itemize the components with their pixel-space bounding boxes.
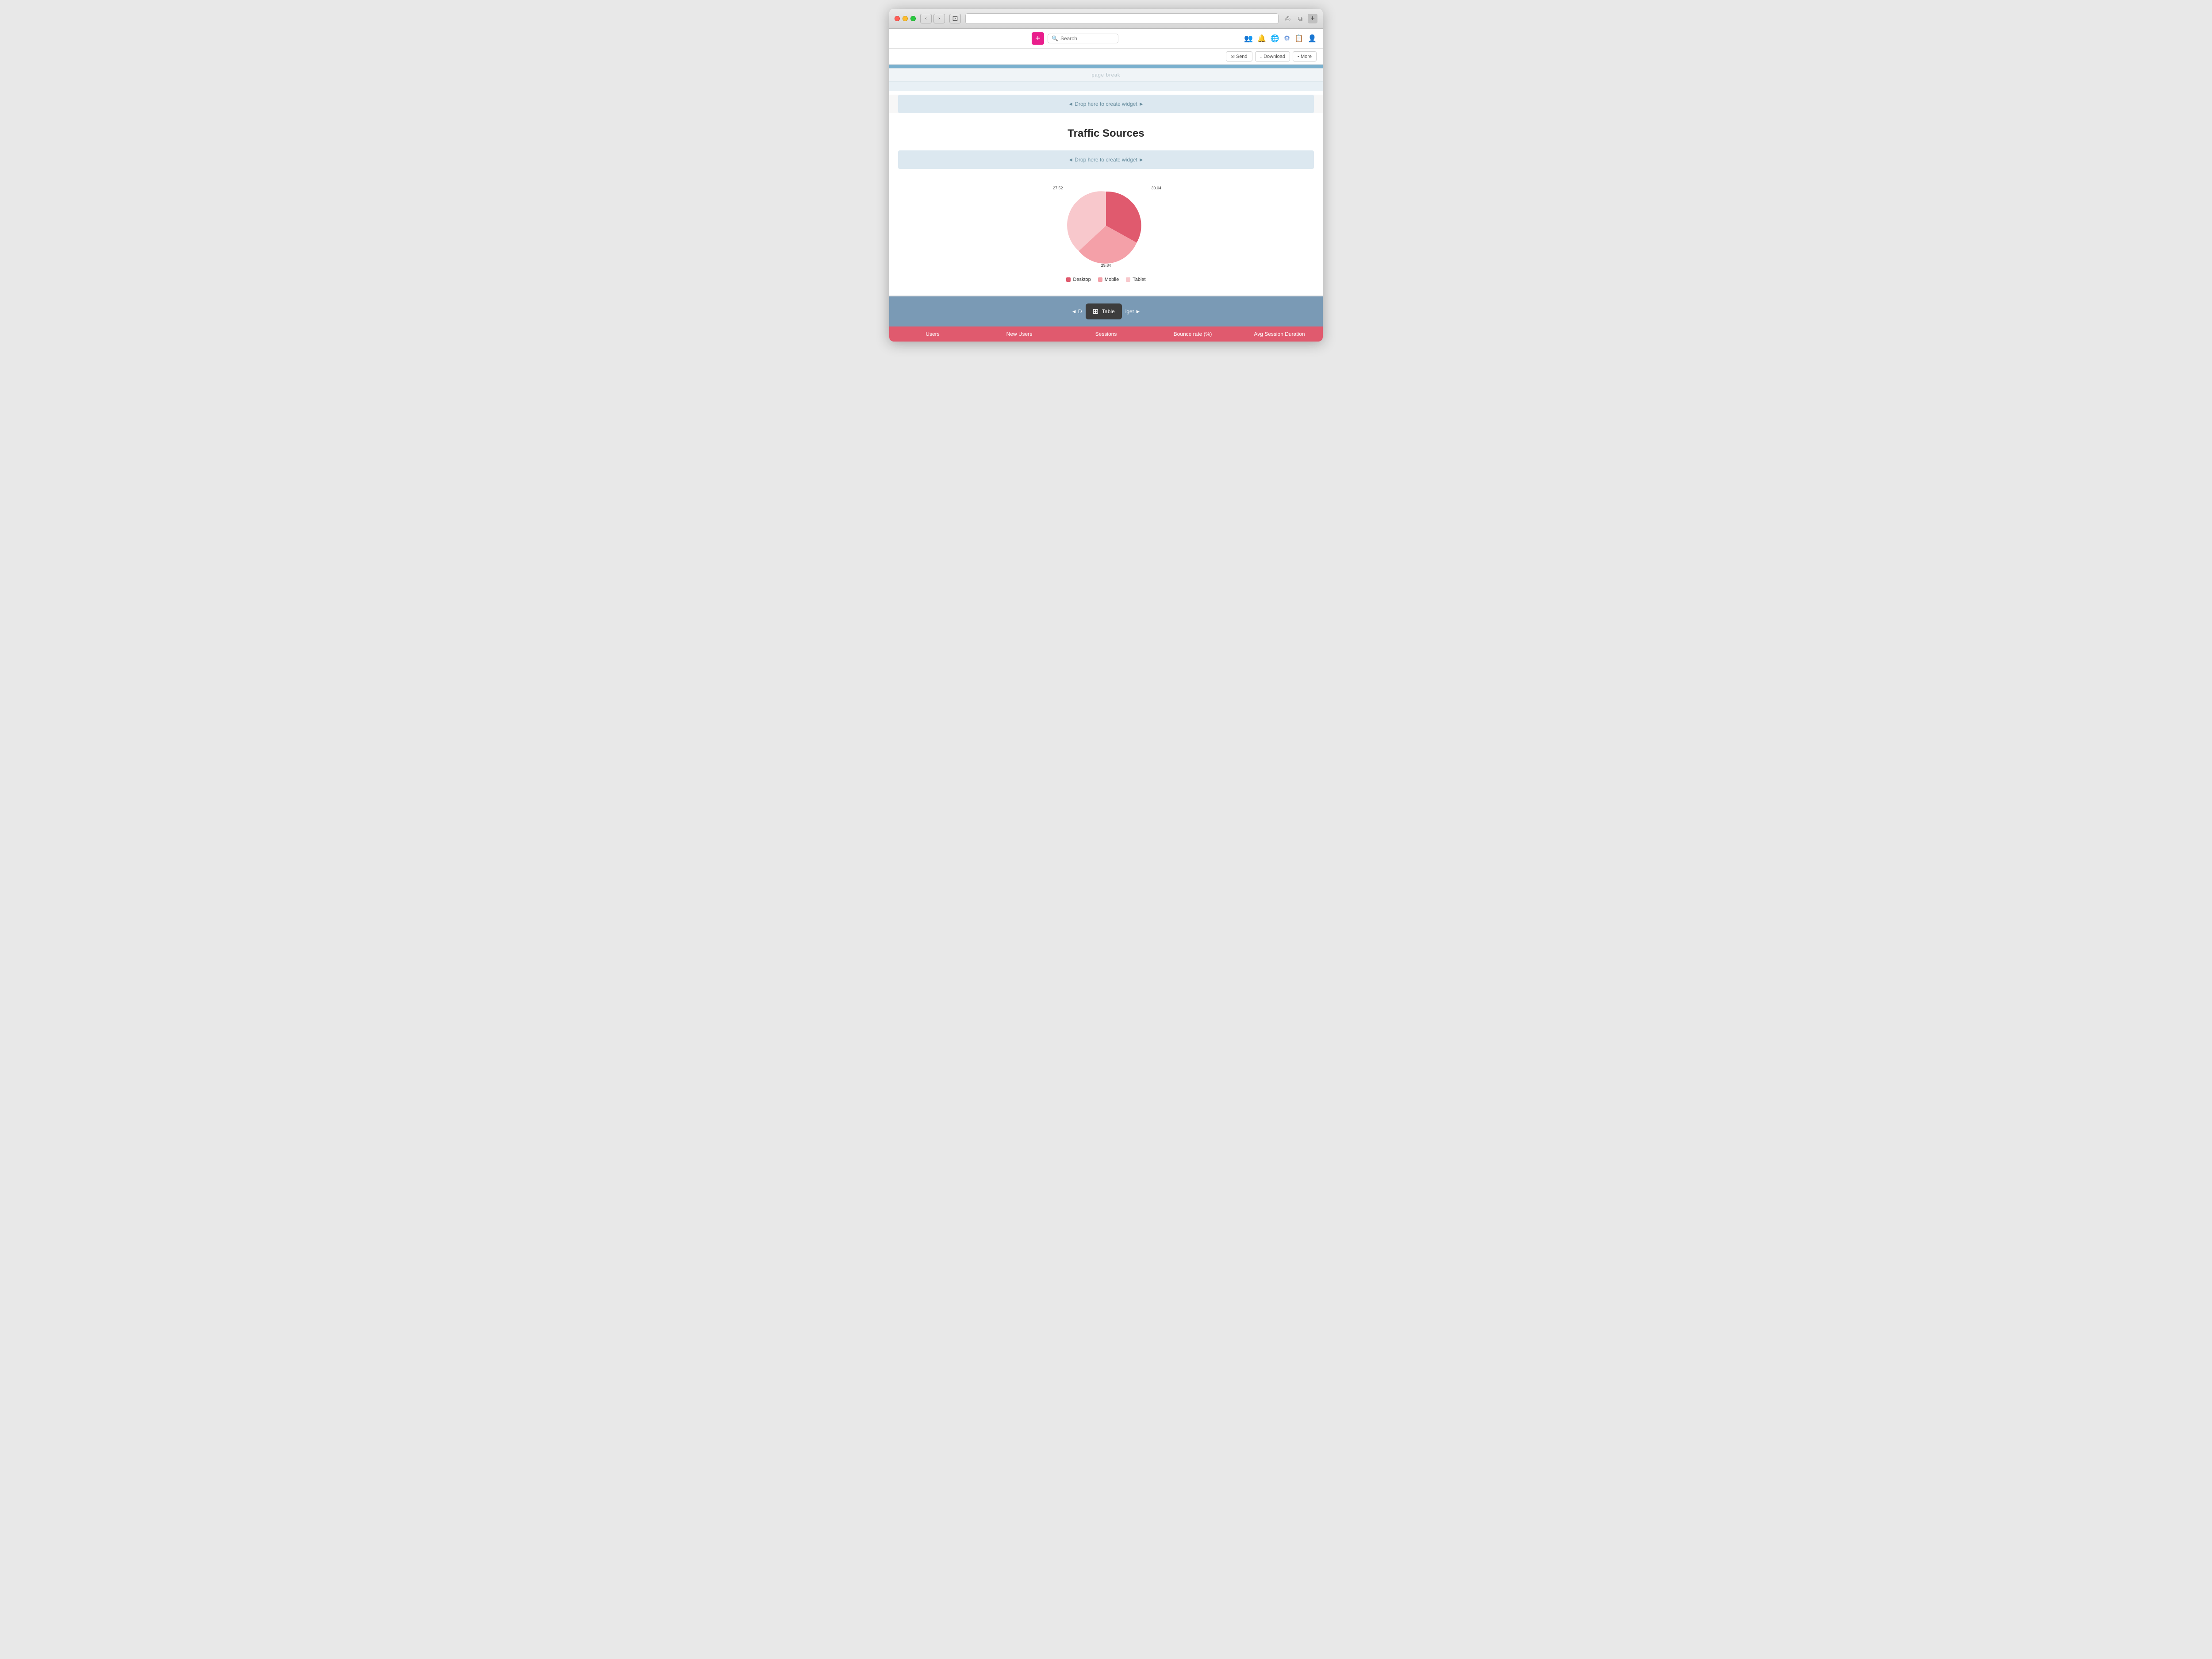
col-avg-session: Avg Session Duration xyxy=(1236,326,1323,342)
globe-icon[interactable]: 🌐 xyxy=(1271,34,1279,43)
table-grid-icon: ⊞ xyxy=(1093,307,1098,316)
col-avg-session-label: Avg Session Duration xyxy=(1254,331,1305,337)
col-new-users-label: New Users xyxy=(1006,331,1033,337)
more-button[interactable]: • More xyxy=(1293,51,1317,61)
col-sessions: Sessions xyxy=(1063,326,1149,342)
notifications-icon[interactable]: 🔔 xyxy=(1257,34,1266,43)
legend-desktop-dot xyxy=(1066,277,1071,282)
legend-tablet-label: Tablet xyxy=(1133,277,1145,282)
drop-zone-2[interactable]: ◄ Drop here to create widget ► xyxy=(898,150,1314,169)
download-button[interactable]: ↓ Download xyxy=(1255,51,1290,61)
pie-chart: 27.52 30.04 29.84 xyxy=(1057,181,1155,270)
legend-desktop: Desktop xyxy=(1066,277,1091,282)
legend-mobile-label: Mobile xyxy=(1105,277,1119,282)
page-content: page break ◄ Drop here to create widget … xyxy=(889,65,1323,342)
col-bounce-rate: Bounce rate (%) xyxy=(1149,326,1236,342)
page-title: Traffic Sources xyxy=(889,127,1323,140)
back-button[interactable]: ‹ xyxy=(920,14,932,23)
user-icon[interactable]: 👤 xyxy=(1308,34,1317,43)
clipboard-icon[interactable]: 📋 xyxy=(1294,34,1303,43)
light-blue-spacer xyxy=(889,82,1323,91)
col-sessions-label: Sessions xyxy=(1095,331,1117,337)
nav-buttons: ‹ › xyxy=(920,14,945,23)
search-bar: 🔍 xyxy=(1048,34,1118,43)
mobile-label: 29.84 xyxy=(1101,263,1111,268)
report-heading: Traffic Sources xyxy=(889,117,1323,147)
page-break-text: page break xyxy=(1091,73,1120,78)
add-tab-button[interactable]: + xyxy=(1308,14,1317,23)
browser-window: ‹ › ⊡ ⎙ ⧉ + + 🔍 👥 🔔 🌐 ⚙ 📋 👤 xyxy=(889,9,1323,342)
col-new-users: New Users xyxy=(976,326,1063,342)
col-bounce-rate-label: Bounce rate (%) xyxy=(1174,331,1212,337)
duplicate-icon[interactable]: ⧉ xyxy=(1295,14,1305,23)
chart-legend: Desktop Mobile Tablet xyxy=(1066,277,1145,282)
settings-icon[interactable]: ⚙ xyxy=(1284,34,1290,43)
desktop-label: 30.04 xyxy=(1151,186,1161,190)
share-icon[interactable]: ⎙ xyxy=(1283,14,1293,23)
sidebar-toggle[interactable]: ⊡ xyxy=(949,14,961,23)
blue-top-bar xyxy=(889,65,1323,68)
table-widget-label: Table xyxy=(1102,308,1115,315)
col-users-label: Users xyxy=(926,331,939,337)
forward-button[interactable]: › xyxy=(933,14,945,23)
drop-zone-1[interactable]: ◄ Drop here to create widget ► xyxy=(898,95,1314,113)
drop-zone-1-text: ◄ Drop here to create widget ► xyxy=(1068,101,1144,107)
legend-tablet: Tablet xyxy=(1126,277,1145,282)
page-break: page break xyxy=(889,68,1323,82)
toolbar-right-icons: 👥 🔔 🌐 ⚙ 📋 👤 xyxy=(1244,34,1317,43)
maximize-button[interactable] xyxy=(910,16,916,21)
title-bar-right-icons: ⎙ ⧉ + xyxy=(1283,14,1317,23)
table-drop-left-arrow: ◄ D xyxy=(1071,308,1082,315)
legend-tablet-dot xyxy=(1126,277,1130,282)
app-toolbar: + 🔍 👥 🔔 🌐 ⚙ 📋 👤 xyxy=(889,29,1323,49)
title-bar: ‹ › ⊡ ⎙ ⧉ + xyxy=(889,9,1323,29)
users-icon[interactable]: 👥 xyxy=(1244,34,1253,43)
drop-zone-2-text: ◄ Drop here to create widget ► xyxy=(1068,157,1144,163)
legend-desktop-label: Desktop xyxy=(1073,277,1091,282)
toolbar-left: + 🔍 xyxy=(895,32,1118,45)
search-input[interactable] xyxy=(1060,35,1114,42)
table-widget-button[interactable]: ⊞ Table xyxy=(1086,303,1122,319)
table-drop-right-arrow: iget ► xyxy=(1125,308,1141,315)
data-table-header: Users New Users Sessions Bounce rate (%)… xyxy=(889,326,1323,342)
search-icon: 🔍 xyxy=(1052,35,1058,42)
legend-mobile-dot xyxy=(1098,277,1102,282)
close-button[interactable] xyxy=(895,16,900,21)
tablet-label: 27.52 xyxy=(1053,186,1063,190)
add-widget-button[interactable]: + xyxy=(1032,32,1044,45)
minimize-button[interactable] xyxy=(902,16,908,21)
legend-mobile: Mobile xyxy=(1098,277,1119,282)
address-bar[interactable] xyxy=(965,13,1279,24)
action-bar: ✉ Send ↓ Download • More xyxy=(889,49,1323,65)
chart-area: 27.52 30.04 29.84 Desktop Mobile Tablet xyxy=(889,173,1323,296)
traffic-lights xyxy=(895,16,916,21)
col-users: Users xyxy=(889,326,976,342)
send-button[interactable]: ✉ Send xyxy=(1226,51,1252,61)
